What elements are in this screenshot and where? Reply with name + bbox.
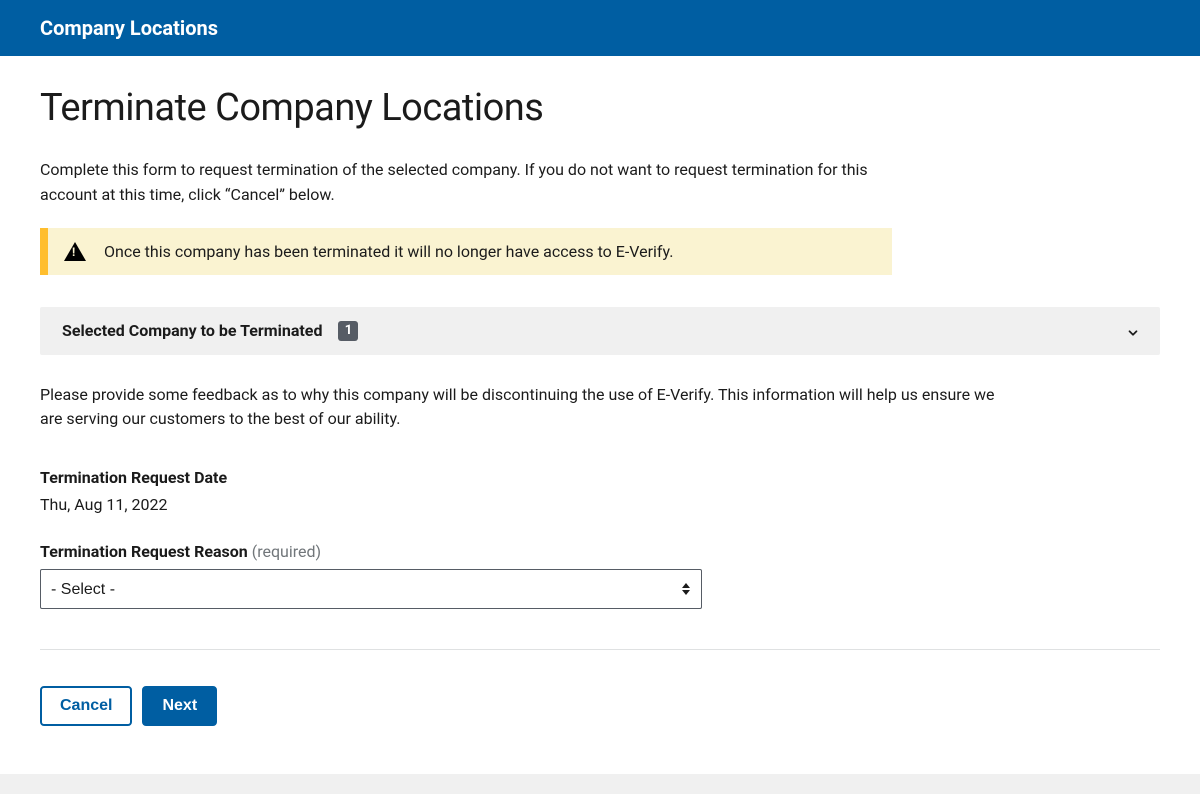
cancel-button[interactable]: Cancel [40,686,132,726]
feedback-instruction: Please provide some feedback as to why t… [40,383,1000,433]
reason-select-wrap: - Select - [40,569,702,609]
warning-alert-text: Once this company has been terminated it… [104,242,673,261]
header-title: Company Locations [40,16,1160,40]
next-button[interactable]: Next [142,686,217,726]
chevron-down-icon [1126,325,1138,337]
reason-field: Termination Request Reason (required) - … [40,542,1160,609]
header-bar: Company Locations [0,0,1200,56]
reason-label: Termination Request Reason (required) [40,542,1160,561]
selected-company-accordion[interactable]: Selected Company to be Terminated 1 [40,307,1160,355]
main-content: Terminate Company Locations Complete thi… [0,56,1200,766]
reason-select[interactable]: - Select - [40,569,702,609]
request-date-value: Thu, Aug 11, 2022 [40,495,1160,514]
divider [40,649,1160,650]
intro-text: Complete this form to request terminatio… [40,158,920,208]
warning-triangle-icon [64,242,86,261]
button-row: Cancel Next [40,686,1160,726]
request-date-field: Termination Request Date Thu, Aug 11, 20… [40,468,1160,514]
footer-spacer [0,774,1200,794]
selected-count-badge: 1 [338,321,358,341]
accordion-label: Selected Company to be Terminated [62,321,322,340]
reason-required-hint: (required) [248,542,321,561]
accordion-left: Selected Company to be Terminated 1 [62,321,358,341]
warning-alert: Once this company has been terminated it… [40,228,892,275]
request-date-label: Termination Request Date [40,468,1160,487]
reason-label-text: Termination Request Reason [40,542,248,561]
page-title: Terminate Company Locations [40,86,1160,130]
